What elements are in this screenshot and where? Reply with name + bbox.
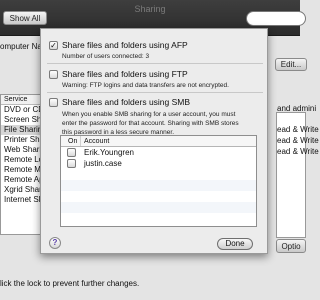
perm-row[interactable]: ead & Write (277, 124, 319, 135)
smb-accounts-table[interactable]: On Account Erik.Youngren justin.case (60, 135, 257, 227)
service-item[interactable]: DVD or CD (1, 105, 41, 115)
file-sharing-options-sheet: Share files and folders using AFP Number… (40, 28, 268, 254)
service-item[interactable]: Screen Sha (1, 115, 41, 125)
service-list[interactable]: Service DVD or CD Screen Sha File Sharin… (0, 94, 42, 235)
table-row-empty (61, 191, 256, 202)
column-header-account[interactable]: Account (81, 136, 109, 146)
edit-button[interactable]: Edit... (275, 58, 307, 71)
computer-name-label: omputer Na (0, 42, 42, 51)
table-row[interactable]: Erik.Youngren (61, 147, 256, 158)
help-button[interactable]: ? (49, 237, 61, 249)
account-name: Erik.Youngren (84, 148, 134, 157)
ftp-checkbox[interactable] (49, 70, 58, 79)
service-item[interactable]: Remote Ap (1, 175, 41, 185)
separator (47, 92, 263, 93)
service-item[interactable]: Remote Ma (1, 165, 41, 175)
service-item[interactable]: Internet Sh (1, 195, 41, 205)
lock-message: lick the lock to prevent further changes… (0, 279, 140, 288)
separator (47, 63, 263, 64)
smb-label: Share files and folders using SMB (62, 97, 191, 107)
afp-label: Share files and folders using AFP (62, 40, 188, 50)
afp-users-connected: Number of users connected: 3 (62, 53, 150, 60)
afp-checkbox[interactable] (49, 41, 58, 50)
search-input[interactable] (246, 11, 306, 26)
service-item[interactable]: Web Sharin (1, 145, 41, 155)
account-on-checkbox[interactable] (66, 159, 76, 168)
table-row-empty (61, 180, 256, 191)
options-button[interactable]: Optio (276, 239, 306, 253)
table-row-empty (61, 202, 256, 213)
smb-checkbox[interactable] (49, 98, 58, 107)
ftp-label: Share files and folders using FTP (62, 69, 188, 79)
service-item[interactable]: Remote Lo (1, 155, 41, 165)
ftp-warning: Warning: FTP logins and data transfers a… (62, 82, 229, 89)
account-name: justin.case (84, 159, 122, 168)
table-row-empty (61, 169, 256, 180)
smb-description: When you enable SMB sharing for a user a… (62, 111, 239, 136)
column-header-on[interactable]: On (61, 136, 81, 146)
perm-row[interactable]: ead & Write (277, 146, 319, 157)
table-row[interactable]: justin.case (61, 158, 256, 169)
service-item[interactable]: Xgrid Shari (1, 185, 41, 195)
perm-row (277, 113, 305, 124)
done-button[interactable]: Done (217, 238, 253, 250)
table-row-empty (61, 213, 256, 224)
show-all-button[interactable]: Show All (3, 11, 47, 25)
service-item[interactable]: Printer Sha (1, 135, 41, 145)
table-header: On Account (61, 136, 256, 147)
users-permissions-list[interactable]: ead & Write ead & Write ead & Write (276, 112, 319, 238)
account-on-checkbox[interactable] (66, 148, 76, 157)
service-item-file-sharing[interactable]: File Sharing (1, 125, 41, 135)
service-column-header: Service (1, 95, 41, 105)
perm-row[interactable]: ead & Write (277, 135, 319, 146)
